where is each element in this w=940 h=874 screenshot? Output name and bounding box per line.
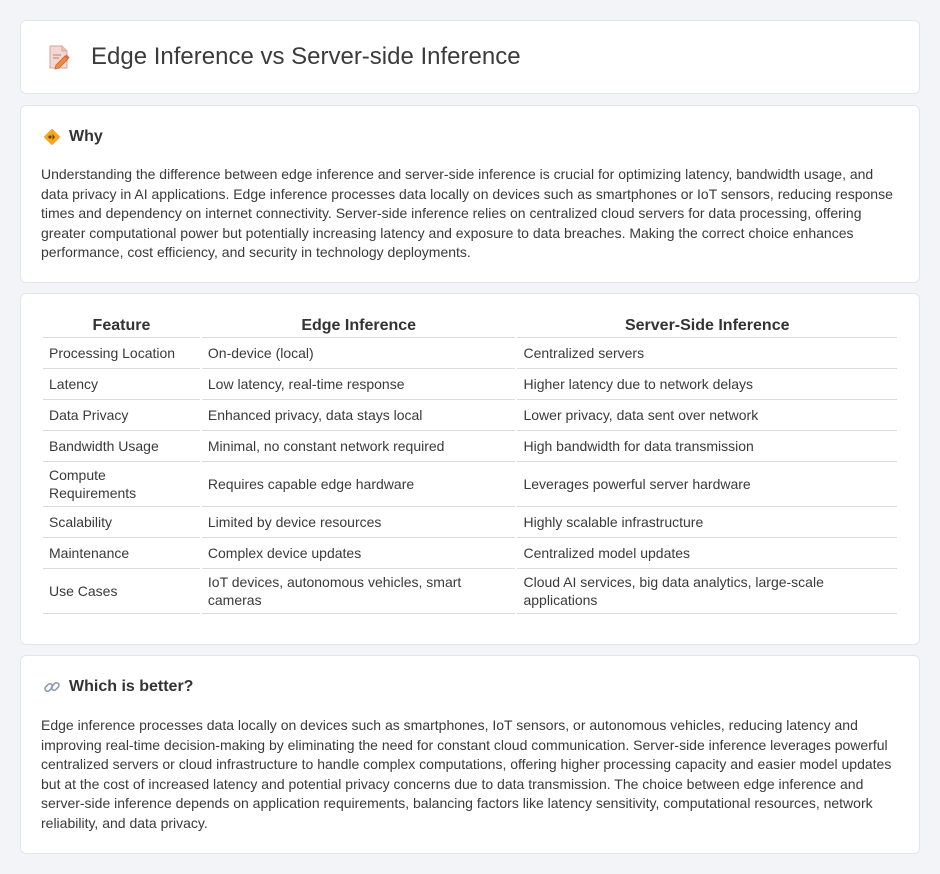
table-row: Maintenance Complex device updates Centr… — [43, 538, 897, 569]
why-section: Why Understanding the difference between… — [20, 105, 920, 283]
server-cell: Leverages powerful server hardware — [517, 462, 897, 507]
diamond-sign-icon — [44, 129, 60, 145]
feature-cell: Compute Requirements — [43, 462, 200, 507]
comparison-table: Feature Edge Inference Server-Side Infer… — [41, 315, 899, 614]
edge-cell: Enhanced privacy, data stays local — [201, 400, 516, 431]
feature-cell: Use Cases — [43, 569, 200, 614]
better-title: Which is better? — [69, 678, 194, 695]
feature-cell: Latency — [43, 369, 200, 400]
table-row: Compute Requirements Requires capable ed… — [43, 462, 897, 507]
table-row: Bandwidth Usage Minimal, no constant net… — [43, 431, 897, 462]
document-pencil-icon — [49, 45, 70, 70]
server-cell: High bandwidth for data transmission — [517, 431, 897, 462]
table-row: Data Privacy Enhanced privacy, data stay… — [43, 400, 897, 431]
edge-cell: Limited by device resources — [201, 507, 516, 538]
which-is-better-section: Which is better? Edge inference processe… — [20, 655, 920, 854]
server-cell: Lower privacy, data sent over network — [517, 400, 897, 431]
edge-cell: IoT devices, autonomous vehicles, smart … — [201, 569, 516, 614]
header-feature: Feature — [43, 315, 200, 338]
table-row: Scalability Limited by device resources … — [43, 507, 897, 538]
server-cell: Highly scalable infrastructure — [517, 507, 897, 538]
title-row: Edge Inference vs Server-side Inference — [47, 43, 521, 71]
feature-cell: Maintenance — [43, 538, 200, 569]
comparison-section: Feature Edge Inference Server-Side Infer… — [20, 293, 920, 645]
edge-cell: Minimal, no constant network required — [201, 431, 516, 462]
header-server-side-inference: Server-Side Inference — [517, 315, 897, 338]
table-header-row: Feature Edge Inference Server-Side Infer… — [43, 315, 897, 338]
server-cell: Centralized model updates — [517, 538, 897, 569]
server-cell: Centralized servers — [517, 338, 897, 369]
table-row: Use Cases IoT devices, autonomous vehicl… — [43, 569, 897, 614]
edge-cell: On-device (local) — [201, 338, 516, 369]
link-icon — [44, 681, 60, 693]
better-heading: Which is better? — [43, 678, 193, 696]
edge-cell: Low latency, real-time response — [201, 369, 516, 400]
feature-cell: Data Privacy — [43, 400, 200, 431]
feature-cell: Bandwidth Usage — [43, 431, 200, 462]
better-paragraph: Edge inference processes data locally on… — [41, 717, 892, 831]
header-edge-inference: Edge Inference — [201, 315, 516, 338]
table-row: Latency Low latency, real-time response … — [43, 369, 897, 400]
why-heading: Why — [43, 128, 103, 146]
feature-cell: Processing Location — [43, 338, 200, 369]
edge-cell: Complex device updates — [201, 538, 516, 569]
feature-cell: Scalability — [43, 507, 200, 538]
server-cell: Cloud AI services, big data analytics, l… — [517, 569, 897, 614]
edge-cell: Requires capable edge hardware — [201, 462, 516, 507]
why-paragraph: Understanding the difference between edg… — [41, 166, 893, 261]
why-title: Why — [69, 128, 103, 145]
server-cell: Higher latency due to network delays — [517, 369, 897, 400]
page-title: Edge Inference vs Server-side Inference — [91, 43, 521, 70]
header-card: Edge Inference vs Server-side Inference — [20, 20, 920, 94]
table-row: Processing Location On-device (local) Ce… — [43, 338, 897, 369]
